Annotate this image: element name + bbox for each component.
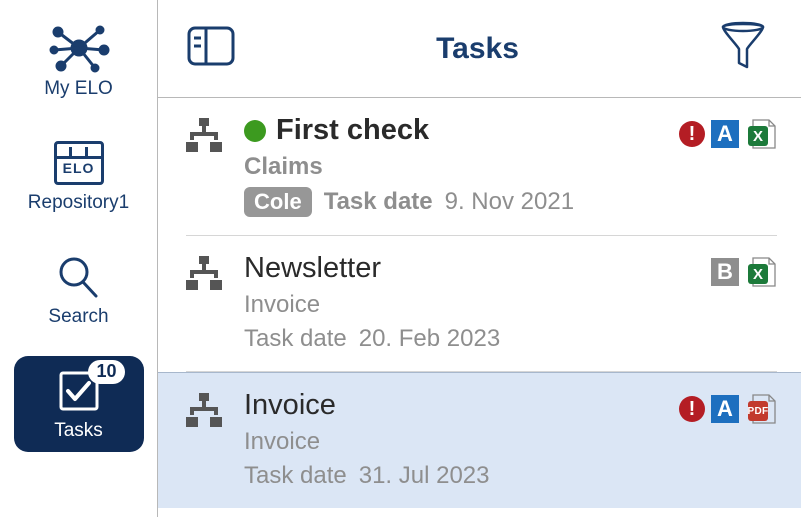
task-title: Newsletter [244, 252, 381, 285]
topbar: Tasks [158, 0, 801, 98]
priority-badge: A [711, 395, 739, 423]
task-date-value: 20. Feb 2023 [359, 325, 500, 353]
main-panel: Tasks [158, 0, 801, 517]
pdf-file-icon: PDF [745, 393, 777, 425]
tasks-icon: 10 [55, 366, 103, 416]
task-subtitle: Claims [244, 153, 679, 181]
task-row[interactable]: First check Claims Cole Task date 9. Nov… [186, 98, 777, 236]
priority-badge: A [711, 120, 739, 148]
xlsx-file-icon: X [745, 118, 777, 150]
workflow-icon [186, 252, 226, 295]
task-row[interactable]: Newsletter Invoice Task date 20. Feb 202… [186, 236, 777, 372]
nav-label: Search [48, 306, 108, 328]
task-subtitle: Invoice [244, 428, 679, 456]
search-icon [56, 252, 102, 302]
task-date-value: 31. Jul 2023 [359, 462, 490, 490]
priority-badge: B [711, 258, 739, 286]
panel-icon [186, 25, 236, 67]
nav-label: Repository1 [28, 192, 129, 214]
nav-search[interactable]: Search [14, 242, 144, 338]
nav-repository[interactable]: ELO Repository1 [14, 128, 144, 224]
alert-icon: ! [679, 121, 705, 147]
task-date-label: Task date [324, 188, 433, 216]
tasks-count-badge: 10 [88, 360, 124, 384]
funnel-icon [719, 21, 767, 71]
nav-label: Tasks [54, 420, 103, 442]
sidebar: My ELO ELO Repository1 Search [0, 0, 158, 517]
nav-tasks[interactable]: 10 Tasks [14, 356, 144, 452]
nav-label: My ELO [44, 78, 113, 100]
workflow-icon [186, 114, 226, 157]
nav-my-elo[interactable]: My ELO [14, 14, 144, 110]
page-title: Tasks [436, 32, 519, 66]
filter-button[interactable] [719, 21, 767, 76]
task-row[interactable]: Invoice Invoice Task date 31. Jul 2023 !… [158, 372, 801, 508]
sidebar-toggle-button[interactable] [186, 25, 236, 72]
task-list: First check Claims Cole Task date 9. Nov… [158, 98, 801, 517]
task-date-label: Task date [244, 325, 347, 353]
xlsx-file-icon: X [745, 256, 777, 288]
workflow-icon [186, 389, 226, 432]
priority-dot-icon [244, 120, 266, 142]
task-date-value: 9. Nov 2021 [445, 188, 574, 216]
task-date-label: Task date [244, 462, 347, 490]
task-subtitle: Invoice [244, 291, 711, 319]
assignee-chip: Cole [244, 187, 312, 217]
repository-icon: ELO [54, 138, 104, 188]
task-title: Invoice [244, 389, 336, 422]
task-title: First check [276, 114, 429, 147]
hub-icon [48, 24, 110, 74]
alert-icon: ! [679, 396, 705, 422]
